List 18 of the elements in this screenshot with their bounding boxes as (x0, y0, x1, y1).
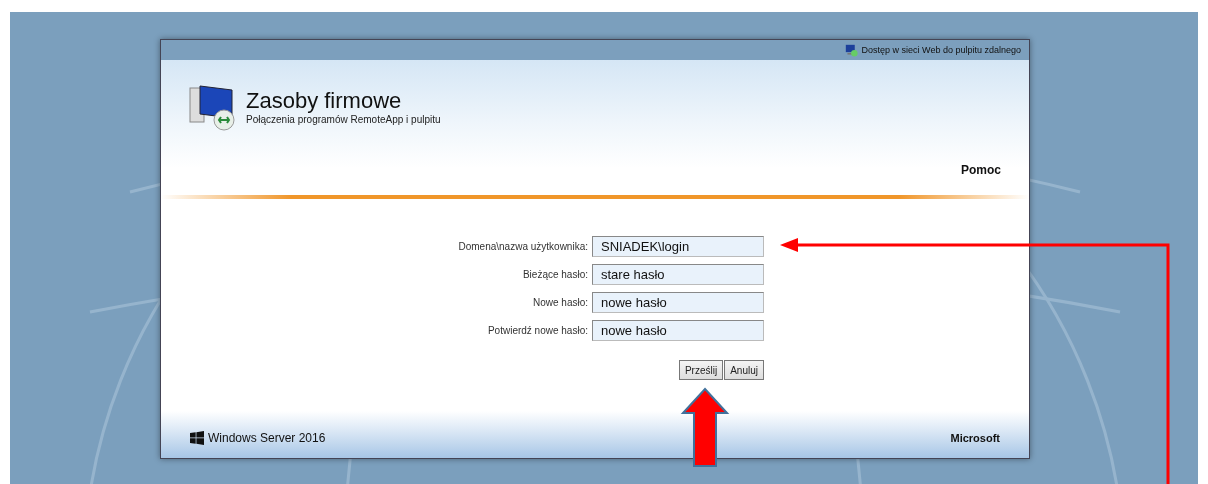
remote-desktop-icon (844, 43, 858, 57)
field-label: Nowe hasło: (532, 297, 588, 308)
submit-button[interactable]: Prześlij (678, 360, 724, 380)
input-field[interactable]: SNIADEK\login (592, 236, 764, 257)
cancel-button[interactable]: Anuluj (724, 360, 764, 380)
page-subtitle: Połączenia programów RemoteApp i pulpitu (246, 114, 441, 125)
input-field[interactable]: stare hasło (592, 264, 764, 285)
help-link[interactable]: Pomoc (961, 163, 1001, 177)
field-label: Domena\nazwa użytkownika: (458, 241, 588, 252)
input-field[interactable]: nowe hasło (592, 292, 764, 313)
product-name: Windows Server 2016 (208, 430, 326, 445)
vendor-name: Microsoft (950, 431, 1000, 444)
windows-logo-icon (190, 430, 204, 445)
field-label: Bieżące hasło: (522, 269, 588, 280)
remote-web-access-link[interactable]: Dostęp w sieci Web do pulpitu zdalnego (861, 45, 1021, 55)
input-field[interactable]: nowe hasło (592, 320, 764, 341)
field-label: Potwierdź nowe hasło: (487, 325, 588, 336)
page-title: Zasoby firmowe (246, 88, 403, 114)
